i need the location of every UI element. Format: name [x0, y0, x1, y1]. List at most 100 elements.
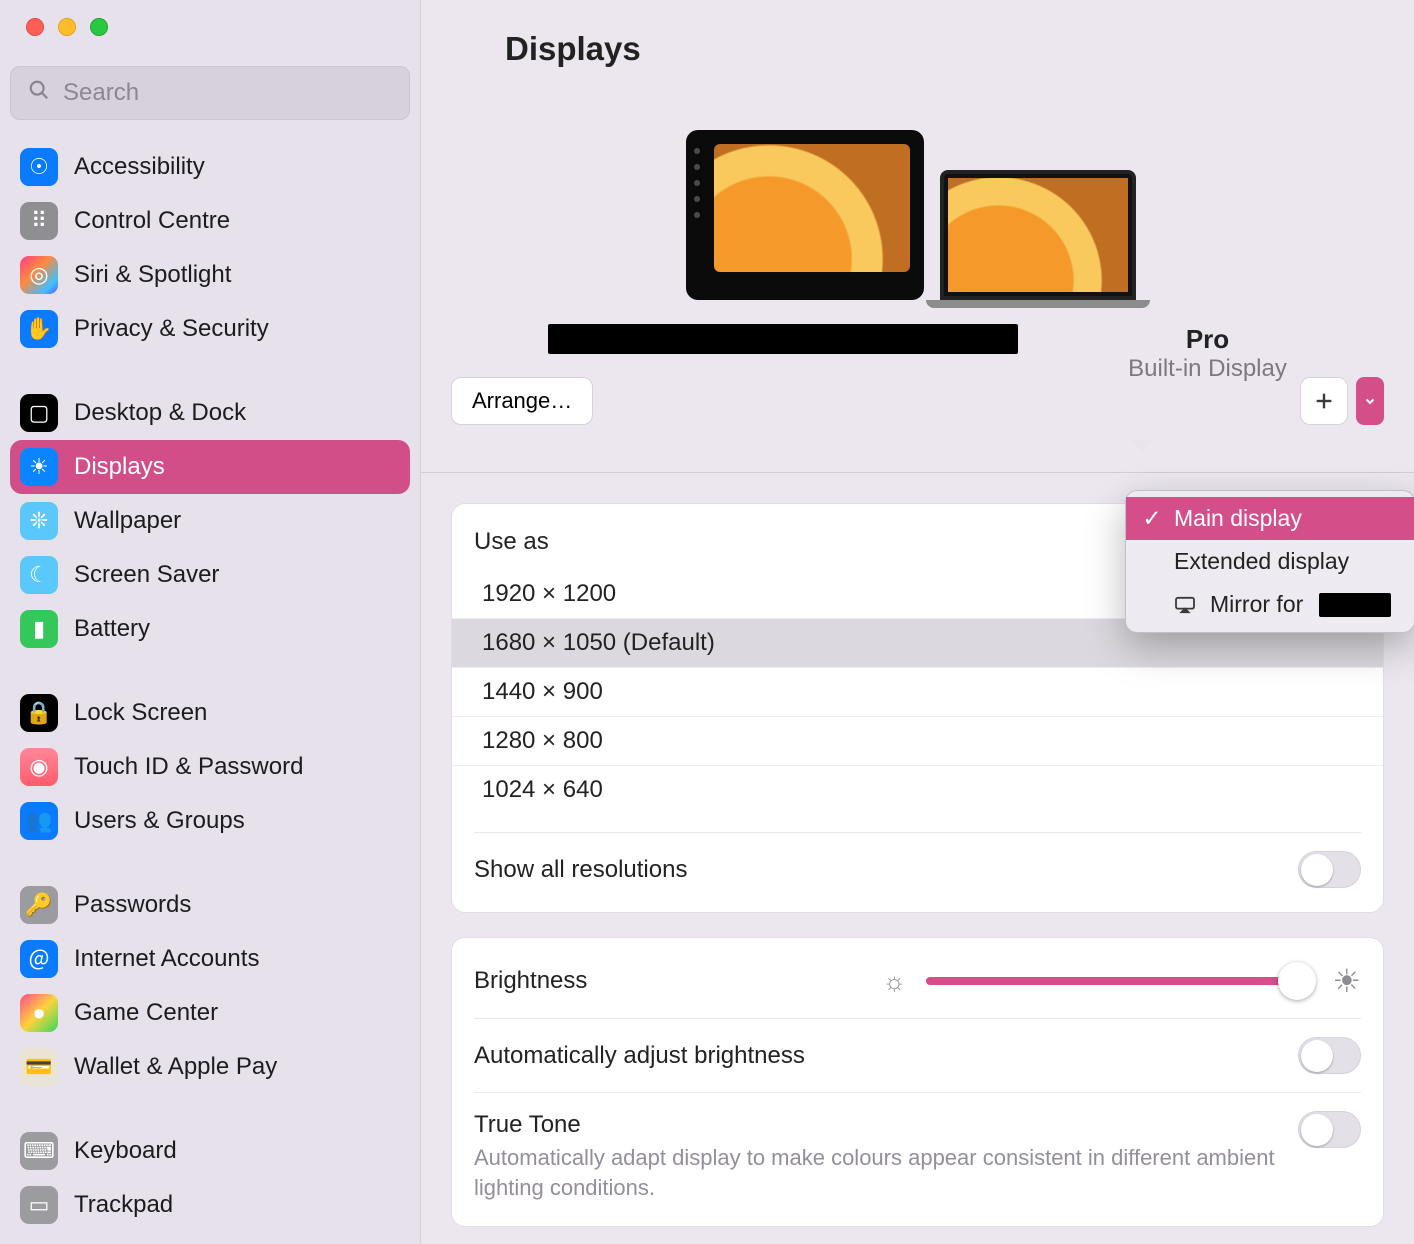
page-header: Displays	[421, 0, 1414, 80]
display-captions: Pro Built-in Display	[421, 324, 1414, 383]
true-tone-toggle[interactable]	[1298, 1111, 1361, 1148]
sidebar-item-label: Desktop & Dock	[74, 399, 400, 427]
brightness-label: Brightness	[474, 967, 587, 995]
sidebar-item-desktop-dock[interactable]: ▢ Desktop & Dock	[10, 386, 410, 440]
sidebar-item-control-centre[interactable]: ⠿Control Centre	[10, 194, 410, 248]
sidebar-item-wallet-apple-pay[interactable]: 💳 Wallet & Apple Pay	[10, 1040, 410, 1094]
sidebar-item-displays[interactable]: ☀ Displays	[10, 440, 410, 494]
sidebar-item-siri-spotlight[interactable]: ◎ Siri & Spotlight	[10, 248, 410, 302]
sidebar-item-label: Accessibility	[74, 153, 400, 181]
show-all-resolutions-toggle[interactable]	[1298, 851, 1361, 888]
screen-saver-icon: ☾	[20, 556, 58, 594]
resolution-option[interactable]: 1280 × 800	[452, 716, 1383, 765]
use-as-popover: ✓ Main display Extended display Mirror for	[1125, 490, 1414, 633]
sidebar-item-label: Screen Saver	[74, 561, 400, 589]
wallet-apple-pay-icon: 💳	[20, 1048, 58, 1086]
sidebar: ☉ Accessibility ⠿Control Centre ◎ Siri & Spo…	[0, 0, 421, 1244]
desktop-dock-icon: ▢	[20, 394, 58, 432]
checkmark-icon: ✓	[1142, 505, 1162, 532]
resolution-option[interactable]: 1440 × 900	[452, 667, 1383, 716]
sidebar-item-label: Siri & Spotlight	[74, 261, 400, 289]
window-close-button[interactable]	[26, 18, 44, 36]
resolution-option[interactable]: 1024 × 640	[452, 765, 1383, 814]
wallpaper-icon: ❊	[20, 502, 58, 540]
selected-display-subtitle: Built-in Display	[1128, 355, 1287, 383]
brightness-high-icon: ☀	[1332, 962, 1361, 1000]
sidebar-item-touch-id[interactable]: ◉ Touch ID & Password	[10, 740, 410, 794]
plus-icon	[1313, 390, 1335, 412]
sidebar-item-trackpad[interactable]: ▭ Trackpad	[10, 1178, 410, 1232]
true-tone-description: Automatically adapt display to make colo…	[474, 1143, 1294, 1202]
sidebar-item-label: Passwords	[74, 891, 400, 919]
display-arrangement-preview	[421, 130, 1414, 308]
users-groups-icon: 👥	[20, 802, 58, 840]
brightness-card: Brightness ☼ ☀ Automatically adjust brig…	[451, 937, 1384, 1227]
brightness-slider[interactable]	[926, 977, 1312, 985]
sidebar-item-label: Internet Accounts	[74, 945, 400, 973]
selected-display-name: Pro	[1128, 324, 1287, 355]
use-as-option-label: Mirror for	[1210, 591, 1303, 618]
sidebar-item-label: Privacy & Security	[74, 315, 400, 343]
sidebar-item-keyboard[interactable]: ⌨Keyboard	[10, 1124, 410, 1178]
use-as-option[interactable]: Extended display	[1126, 540, 1414, 583]
display-toolbar: Arrange…	[421, 377, 1414, 425]
sidebar-item-lock-screen[interactable]: 🔒 Lock Screen	[10, 686, 410, 740]
use-as-option[interactable]: Mirror for	[1126, 583, 1414, 626]
redacted-display-name	[1319, 593, 1391, 617]
use-as-option-label: Extended display	[1174, 548, 1349, 575]
sidebar-item-label: Wallpaper	[74, 507, 400, 535]
add-display-menu-button[interactable]	[1356, 377, 1384, 425]
use-as-card: Use as ✓Main displayExtended displayMirr…	[451, 503, 1384, 913]
arrange-button[interactable]: Arrange…	[451, 377, 593, 425]
window-controls	[0, 18, 420, 36]
trackpad-icon: ▭	[20, 1186, 58, 1224]
sidebar-item-wallpaper[interactable]: ❊ Wallpaper	[10, 494, 410, 548]
sidebar-item-label: Wallet & Apple Pay	[74, 1053, 400, 1081]
sidebar-item-label: Keyboard	[74, 1137, 400, 1165]
sidebar-item-label: Touch ID & Password	[74, 753, 400, 781]
sidebar-item-passwords[interactable]: 🔑 Passwords	[10, 878, 410, 932]
airplay-icon	[1174, 596, 1198, 614]
touch-id-icon: ◉	[20, 748, 58, 786]
sidebar-item-users-groups[interactable]: 👥 Users & Groups	[10, 794, 410, 848]
accessibility-icon: ☉	[20, 148, 58, 186]
window-fullscreen-button[interactable]	[90, 18, 108, 36]
privacy-security-icon: ✋	[20, 310, 58, 348]
use-as-option-label: Main display	[1174, 505, 1302, 532]
sidebar-item-privacy-security[interactable]: ✋ Privacy & Security	[10, 302, 410, 356]
displays-icon: ☀	[20, 448, 58, 486]
add-display-button[interactable]	[1300, 377, 1348, 425]
game-center-icon: ●	[20, 994, 58, 1032]
sidebar-item-accessibility[interactable]: ☉ Accessibility	[10, 140, 410, 194]
search-input[interactable]	[10, 66, 410, 120]
sidebar-item-internet-accounts[interactable]: ＠ Internet Accounts	[10, 932, 410, 986]
external-display-thumbnail[interactable]	[686, 130, 924, 308]
auto-brightness-toggle[interactable]	[1298, 1037, 1361, 1074]
sidebar-item-battery[interactable]: ▮Battery	[10, 602, 410, 656]
passwords-icon: 🔑	[20, 886, 58, 924]
sidebar-item-game-center[interactable]: ●Game Center	[10, 986, 410, 1040]
true-tone-label: True Tone	[474, 1111, 1294, 1139]
sidebar-item-label: Users & Groups	[74, 807, 400, 835]
search-field	[10, 66, 410, 120]
lock-screen-icon: 🔒	[20, 694, 58, 732]
window-minimize-button[interactable]	[58, 18, 76, 36]
search-icon	[28, 79, 50, 107]
chevron-down-icon	[1364, 395, 1376, 407]
main-content: Displays Pro Built-in Display	[421, 0, 1414, 1244]
display-settings: Use as ✓Main displayExtended displayMirr…	[421, 473, 1414, 1227]
sidebar-item-label: Control Centre	[74, 207, 400, 235]
internet-accounts-icon: ＠	[20, 940, 58, 978]
use-as-option[interactable]: ✓ Main display	[1126, 497, 1414, 540]
builtin-display-thumbnail[interactable]	[940, 170, 1150, 308]
sidebar-item-screen-saver[interactable]: ☾ Screen Saver	[10, 548, 410, 602]
sidebar-item-label: Trackpad	[74, 1191, 400, 1219]
sidebar-item-label: Displays	[74, 453, 400, 481]
sidebar-item-label: Lock Screen	[74, 699, 400, 727]
battery-icon: ▮	[20, 610, 58, 648]
brightness-slider-wrap: ☼ ☀	[882, 962, 1361, 1000]
brightness-low-icon: ☼	[882, 966, 906, 997]
sidebar-list: ☉ Accessibility ⠿Control Centre ◎ Siri & Spo…	[0, 130, 420, 1232]
siri-spotlight-icon: ◎	[20, 256, 58, 294]
show-all-resolutions-label: Show all resolutions	[474, 856, 687, 884]
